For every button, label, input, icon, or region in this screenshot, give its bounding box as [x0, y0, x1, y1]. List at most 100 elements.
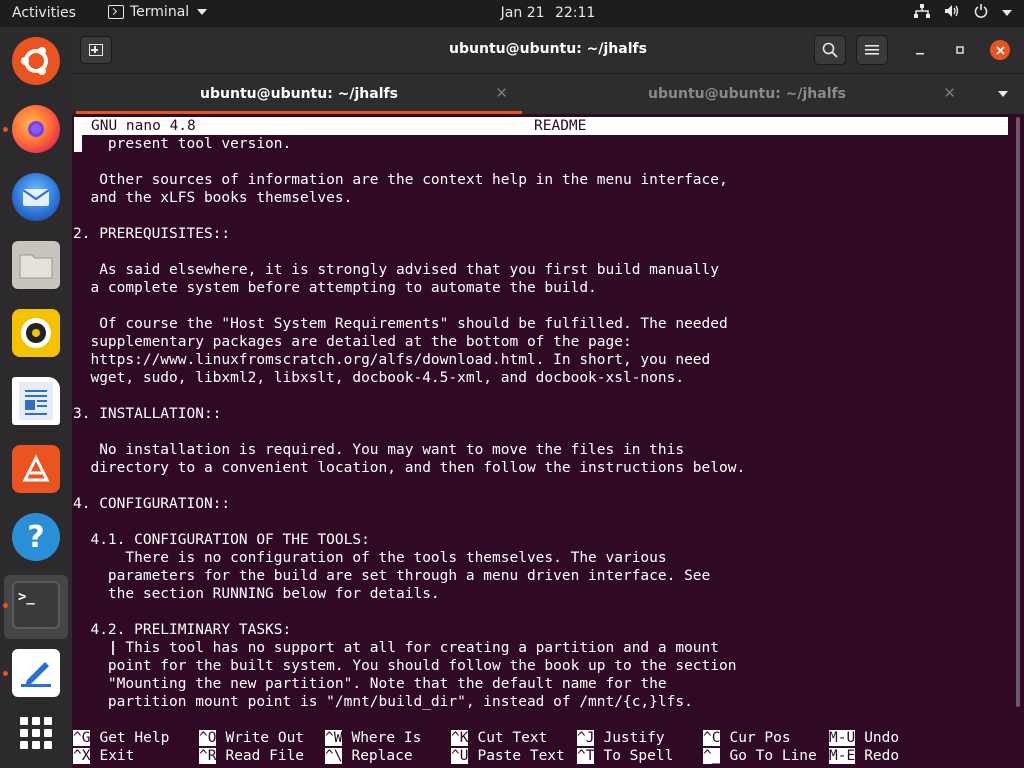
shortcut-to-spell[interactable]: ^T To Spell	[577, 747, 673, 765]
text-line: the section RUNNING below for details.	[73, 586, 440, 602]
text-line: 3. INSTALLATION::	[73, 406, 222, 422]
network-icon	[914, 4, 930, 22]
shortcut-key: ^G	[73, 730, 91, 746]
shortcut-label: Cur Pos	[729, 730, 791, 746]
shortcut-paste-text[interactable]: ^U Paste Text	[451, 747, 565, 765]
search-button[interactable]	[814, 35, 846, 65]
dock-item-text-editor[interactable]	[0, 643, 72, 707]
nano-shortcut-bar: ^G Get Help ^O Write Out ^W Where Is ^K Cut Tex…	[73, 729, 1009, 767]
hamburger-menu-button[interactable]	[856, 35, 888, 65]
shortcut-key: ^W	[325, 730, 343, 746]
nano-title-bar: GNU nano 4.8 README	[74, 117, 1008, 135]
text-line	[73, 423, 1009, 441]
volume-icon	[944, 4, 960, 22]
dock-item-writer[interactable]	[0, 371, 72, 435]
dock-item-help[interactable]: ?	[0, 507, 72, 571]
dock-item-terminal[interactable]: >_	[3, 575, 68, 639]
dock-item-ubuntu[interactable]	[0, 31, 72, 95]
text-line	[73, 153, 1009, 171]
text-editor-icon	[12, 649, 60, 697]
shortcut-label: Justify	[603, 730, 665, 746]
shortcut-exit[interactable]: ^X Exit	[73, 747, 134, 765]
running-indicator	[3, 603, 8, 608]
shortcut-key: M-U	[829, 730, 856, 746]
text-line: 4.2. PRELIMINARY TASKS:	[73, 622, 292, 638]
show-applications-icon[interactable]	[20, 717, 52, 749]
running-indicator	[3, 127, 8, 132]
dock-item-files[interactable]	[0, 235, 72, 299]
minimize-icon	[916, 53, 924, 55]
text-line	[73, 243, 1009, 261]
tab-inactive[interactable]: ubuntu@ubuntu: ~/jhalfs ✕	[524, 74, 970, 114]
shortcut-cur-pos[interactable]: ^C Cur Pos	[703, 729, 791, 747]
text-line: point for the built system. You should f…	[73, 658, 737, 674]
dock-item-ubuntu-software[interactable]	[0, 439, 72, 503]
dock: ? >_	[0, 27, 72, 768]
text-line: wget, sudo, libxml2, libxslt, docbook-4.…	[73, 370, 685, 386]
shortcut-justify[interactable]: ^J Justify	[577, 729, 665, 747]
shortcut-key: ^U	[451, 748, 469, 764]
shortcut-write-out[interactable]: ^O Write Out	[199, 729, 304, 747]
shortcut-key: ^X	[73, 748, 91, 764]
text-line	[73, 387, 1009, 405]
shortcut-cut-text[interactable]: ^K Cut Text	[451, 729, 547, 747]
shortcut-key: ^J	[577, 730, 595, 746]
restore-icon	[956, 46, 964, 54]
shortcut-label: Paste Text	[477, 748, 565, 764]
text-line: No installation is required. You may wan…	[73, 442, 685, 458]
clock-date: Jan 21	[500, 5, 545, 21]
terminal-icon: >_	[12, 581, 60, 629]
firefox-icon	[12, 105, 60, 153]
shortcut-row: ^X Exit ^R Read File ^\ Replace ^U Paste Text ^T…	[73, 747, 1009, 765]
text-line: https://www.linuxfromscratch.org/alfs/do…	[73, 352, 711, 368]
close-icon	[995, 45, 1005, 55]
close-button[interactable]	[990, 40, 1010, 60]
text-line: partition mount point is "/mnt/build_dir…	[73, 694, 693, 710]
terminal-area[interactable]: GNU nano 4.8 README present tool version…	[72, 114, 1024, 768]
text-line: This tool has no support at all for crea…	[73, 640, 720, 656]
maximize-button[interactable]	[950, 40, 970, 60]
text-line: present tool version.	[73, 136, 292, 152]
dock-item-thunderbird[interactable]	[0, 167, 72, 231]
shortcut-label: Where Is	[351, 730, 422, 746]
system-tray[interactable]	[914, 4, 1012, 22]
text-line: "Mounting the new partition". Note that …	[73, 676, 667, 692]
text-line	[73, 513, 1009, 531]
writer-icon	[12, 377, 60, 425]
clock[interactable]: Jan 21 22:11	[0, 5, 1024, 21]
shortcut-get-help[interactable]: ^G Get Help	[73, 729, 169, 747]
tab-active[interactable]: ubuntu@ubuntu: ~/jhalfs ✕	[76, 74, 522, 114]
running-indicator	[3, 671, 8, 676]
scrollbar[interactable]	[1016, 117, 1020, 707]
tab-dropdown-icon[interactable]	[998, 91, 1008, 97]
close-tab-icon[interactable]: ✕	[495, 84, 508, 102]
file-content[interactable]: present tool version. Other sources of i…	[73, 135, 1009, 711]
nano-filename: README	[534, 118, 587, 134]
text-line: As said elsewhere, it is strongly advise…	[73, 262, 720, 278]
shortcut-label: Replace	[351, 748, 413, 764]
text-line: Of course the "Host System Requirements"…	[73, 316, 728, 332]
dock-item-firefox[interactable]	[0, 99, 72, 163]
rhythmbox-icon	[12, 309, 60, 357]
top-bar: Activities Terminal Jan 21 22:11	[0, 0, 1024, 27]
text-line: There is no configuration of the tools t…	[73, 550, 667, 566]
shortcut-key: ^_	[703, 748, 721, 764]
shortcut-label: Get Help	[99, 730, 170, 746]
shortcut-redo[interactable]: M-E Redo	[829, 747, 899, 765]
shortcut-label: Exit	[99, 748, 135, 764]
shortcut-replace[interactable]: ^\ Replace	[325, 747, 413, 765]
shortcut-label: Read File	[225, 748, 305, 764]
shortcut-where-is[interactable]: ^W Where Is	[325, 729, 421, 747]
shortcut-undo[interactable]: M-U Undo	[829, 729, 899, 747]
close-tab-icon[interactable]: ✕	[943, 84, 956, 102]
search-icon	[822, 42, 838, 58]
text-line: Other sources of information are the con…	[73, 172, 728, 188]
shortcut-row: ^G Get Help ^O Write Out ^W Where Is ^K Cut Tex…	[73, 729, 1009, 747]
shortcut-key: ^C	[703, 730, 721, 746]
power-icon	[974, 4, 988, 22]
shortcut-read-file[interactable]: ^R Read File	[199, 747, 304, 765]
help-icon: ?	[12, 513, 60, 561]
dock-item-rhythmbox[interactable]	[0, 303, 72, 367]
minimize-button[interactable]	[910, 40, 930, 60]
shortcut-go-to-line[interactable]: ^_ Go To Line	[703, 747, 817, 765]
